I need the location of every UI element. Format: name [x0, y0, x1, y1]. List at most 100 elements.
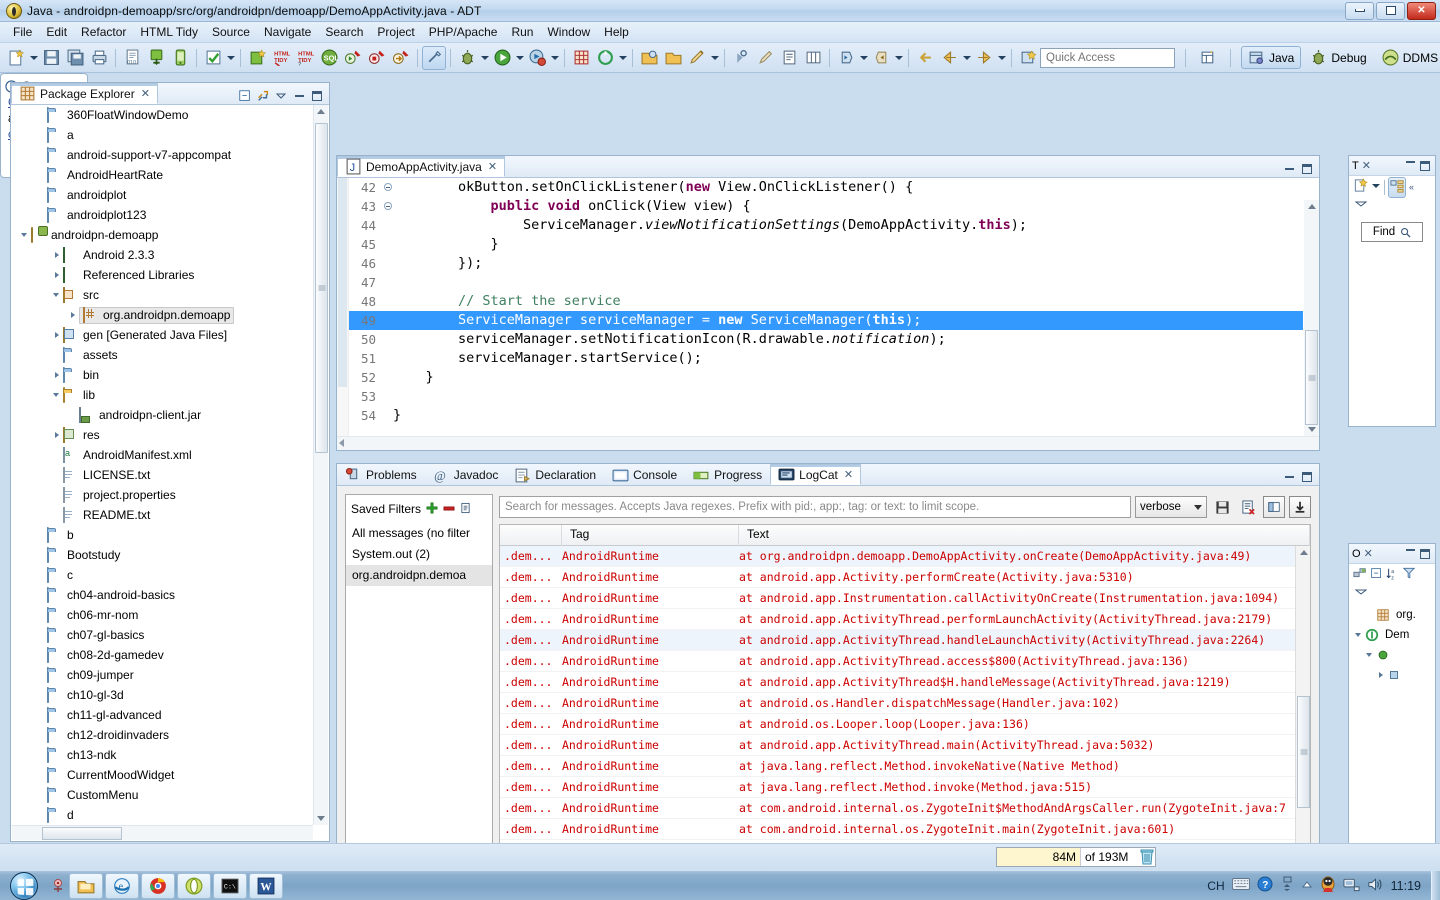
logcat-search-input[interactable]: Search for messages. Accepts Java regexe… — [499, 496, 1131, 518]
minimize-view-icon[interactable] — [1406, 160, 1415, 163]
menu-search[interactable]: Search — [318, 23, 370, 41]
close-button[interactable]: ✕ — [1407, 1, 1436, 20]
taskbar-opera-icon[interactable] — [177, 872, 211, 899]
menu-refactor[interactable]: Refactor — [74, 23, 133, 41]
perspective-java[interactable]: Java — [1241, 46, 1302, 69]
editor-vscrollbar[interactable] — [1304, 200, 1319, 436]
quick-access-input[interactable] — [1040, 47, 1175, 68]
tree-item[interactable]: ch07-gl-basics — [11, 625, 329, 645]
pen-icon[interactable] — [753, 46, 777, 70]
maximize-view-icon[interactable] — [1300, 162, 1314, 176]
toggle-mark-occurrences-icon[interactable] — [422, 45, 446, 70]
open-type-icon[interactable] — [637, 46, 661, 70]
display-view-icon[interactable] — [1263, 496, 1285, 518]
code-line[interactable]: 45 } — [349, 235, 1303, 254]
minimize-view-icon[interactable] — [292, 89, 306, 103]
code-line[interactable]: 50 serviceManager.setNotificationIcon(R.… — [349, 330, 1303, 349]
scroll-down-arrow[interactable] — [317, 816, 325, 821]
start-button[interactable] — [0, 871, 48, 900]
maximize-view-icon[interactable] — [310, 89, 324, 103]
show-inherited-icon[interactable] — [1353, 567, 1367, 584]
prev-annotation-icon[interactable] — [869, 46, 893, 70]
expand-arrow-icon[interactable] — [51, 249, 63, 261]
new-class-icon[interactable] — [593, 46, 617, 70]
tree-item[interactable]: androidplot123 — [11, 205, 329, 225]
tree-item[interactable]: LICENSE.txt — [11, 465, 329, 485]
tree-item[interactable]: androidpn-demoapp — [11, 225, 329, 245]
tab-outline[interactable]: O — [1352, 548, 1361, 560]
scroll-up-arrow[interactable] — [1308, 204, 1316, 209]
tree-item[interactable]: ch11-gl-advanced — [11, 705, 329, 725]
scroll-thumb[interactable] — [1305, 330, 1318, 425]
chevron-down-icon[interactable] — [961, 47, 972, 69]
new-android-project-icon[interactable] — [245, 46, 269, 70]
logcat-row[interactable]: .dem... AndroidRuntime at android.app.Acti… — [500, 651, 1295, 672]
hscroll-thumb[interactable] — [42, 827, 122, 840]
scroll-thumb[interactable] — [315, 123, 328, 453]
misc-icon[interactable] — [1016, 46, 1040, 70]
tab-javadoc[interactable]: @ Javadoc — [425, 464, 507, 485]
logcat-row[interactable]: .dem... AndroidRuntime at android.app.Acti… — [500, 672, 1295, 693]
clear-log-icon[interactable] — [1237, 496, 1259, 518]
collapse-arrow-icon[interactable] — [51, 389, 63, 401]
remove-filter-icon[interactable] — [443, 502, 455, 517]
tab-package-explorer[interactable]: Package Explorer ✕ — [11, 83, 158, 104]
perspective-debug[interactable]: Debug — [1304, 47, 1372, 68]
collapse-arrow-icon[interactable] — [1353, 629, 1365, 641]
ime-indicator[interactable]: CH — [1207, 879, 1224, 893]
scroll-up-arrow[interactable] — [1300, 550, 1308, 555]
saved-filter-item[interactable]: All messages (no filter — [346, 523, 492, 544]
source-code[interactable]: 42 okButton.setOnClickListener(new View.… — [349, 178, 1303, 436]
menu-source[interactable]: Source — [205, 23, 257, 41]
taskbar-word-icon[interactable]: W — [249, 872, 283, 899]
expand-arrow-icon[interactable] — [67, 309, 79, 321]
taskbar-chrome-icon[interactable] — [141, 872, 175, 899]
open-task-icon[interactable] — [661, 46, 685, 70]
logcat-vscrollbar[interactable] — [1295, 546, 1310, 877]
logcat-row[interactable]: .dem... AndroidRuntime at com.android.inte… — [500, 798, 1295, 819]
logcat-row[interactable]: .dem... AndroidRuntime at android.app.Inst… — [500, 588, 1295, 609]
tree-item[interactable]: lib — [11, 385, 329, 405]
logcat-row[interactable]: .dem... AndroidRuntime at android.os.Handl… — [500, 693, 1295, 714]
tab-declaration[interactable]: Declaration — [506, 464, 604, 485]
code-line[interactable]: 52 } — [349, 368, 1303, 387]
maximize-view-icon[interactable] — [1420, 548, 1430, 559]
menu-file[interactable]: File — [6, 23, 39, 41]
code-line[interactable]: 49 ServiceManager serviceManager = new S… — [349, 311, 1303, 330]
chevron-down-icon[interactable] — [479, 47, 490, 69]
code-line[interactable]: 48 // Start the service — [349, 292, 1303, 311]
filter-icon[interactable] — [1402, 567, 1416, 583]
outline-tree[interactable]: org. Dem — [1349, 605, 1435, 685]
tree-item[interactable]: assets — [11, 345, 329, 365]
collapse-arrow-icon[interactable] — [19, 229, 31, 241]
editor-hscrollbar[interactable] — [337, 436, 1319, 450]
add-filter-icon[interactable] — [426, 502, 438, 517]
view-menu-icon[interactable] — [1354, 199, 1368, 209]
sort-icon[interactable]: az — [1386, 567, 1400, 584]
minimize-view-icon[interactable] — [1282, 470, 1296, 484]
expand-arrow-icon[interactable] — [51, 269, 63, 281]
collapse-arrow-icon[interactable] — [1364, 649, 1376, 661]
close-icon[interactable]: ✕ — [141, 87, 150, 100]
minimize-button[interactable] — [1345, 1, 1374, 20]
link-with-editor-icon[interactable] — [256, 89, 270, 103]
collapse-all-icon[interactable] — [238, 89, 252, 103]
tree-item[interactable]: res — [11, 425, 329, 445]
view-menu-icon[interactable]: « — [1409, 182, 1414, 192]
tab-problems[interactable]: Problems — [337, 464, 425, 485]
outline-item[interactable]: Dem — [1349, 625, 1435, 645]
print-icon[interactable] — [87, 46, 111, 70]
logcat-row[interactable]: .dem... AndroidRuntime at java.lang.reflec… — [500, 777, 1295, 798]
trash-icon[interactable] — [1140, 848, 1154, 865]
code-line[interactable]: 42 okButton.setOnClickListener(new View.… — [349, 178, 1303, 197]
menu-edit[interactable]: Edit — [39, 23, 74, 41]
chevron-down-icon[interactable] — [225, 47, 236, 69]
menu-run[interactable]: Run — [504, 23, 540, 41]
code-line[interactable]: 53 — [349, 387, 1303, 406]
coverage-icon[interactable] — [525, 46, 549, 70]
code-line[interactable]: 43 public void onClick(View view) { — [349, 197, 1303, 216]
menu-project[interactable]: Project — [370, 23, 421, 41]
scroll-up-arrow[interactable] — [317, 109, 325, 114]
taskbar-command-prompt-icon[interactable]: C:\ — [213, 872, 247, 899]
backward-history-icon[interactable] — [937, 46, 961, 70]
